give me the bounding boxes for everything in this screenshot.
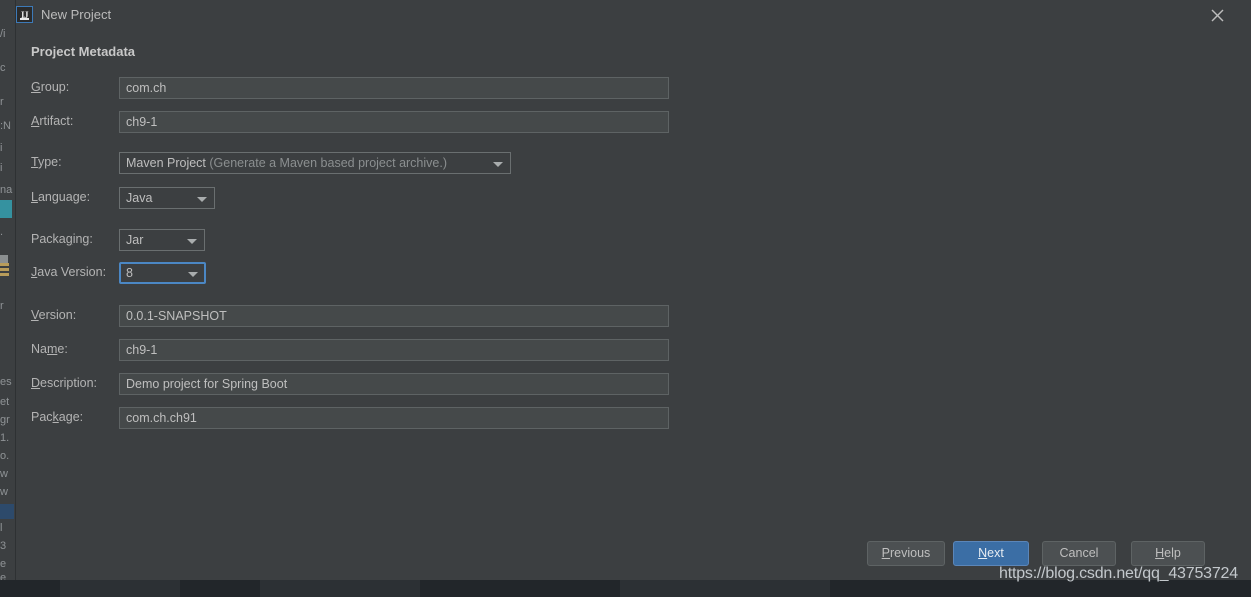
type-hint: (Generate a Maven based project archive.…	[205, 156, 448, 170]
ide-text-fragment: 1.	[0, 432, 10, 444]
chevron-down-icon[interactable]	[188, 272, 198, 277]
description-input[interactable]: Demo project for Spring Boot	[119, 373, 669, 395]
label-type: Type:	[31, 155, 62, 169]
packaging-selected-value: Jar	[126, 233, 144, 247]
label-language: Language:	[31, 190, 91, 204]
label-java-version: Java Version:	[31, 265, 107, 279]
type-combobox[interactable]: Maven Project (Generate a Maven based pr…	[119, 152, 511, 174]
chevron-down-icon[interactable]	[197, 197, 207, 202]
ide-text-fragment: i	[0, 162, 3, 174]
chevron-down-icon[interactable]	[493, 162, 503, 167]
ide-left-strip: /icr:Niina.resetgr1.o.ww.xl3ee	[0, 0, 16, 580]
language-combobox[interactable]: Java	[119, 187, 215, 209]
ide-text-fragment: e	[0, 558, 7, 570]
ide-color-block	[0, 273, 9, 276]
label-group: Group:	[31, 80, 70, 94]
name-input[interactable]: ch9-1	[119, 339, 669, 361]
ide-text-fragment: w	[0, 468, 8, 480]
section-title: Project Metadata	[31, 44, 136, 59]
desktop-sheen-a	[60, 580, 180, 597]
dialog-title: New Project	[41, 7, 112, 22]
type-selected-value: Maven Project	[126, 156, 206, 170]
ide-text-fragment: w	[0, 486, 8, 498]
ide-color-block	[0, 255, 8, 263]
ide-text-fragment: o.	[0, 450, 10, 462]
chevron-down-icon[interactable]	[187, 239, 197, 244]
packaging-combobox[interactable]: Jar	[119, 229, 205, 251]
close-icon[interactable]	[1204, 3, 1230, 27]
label-package: Package:	[31, 410, 84, 424]
dialog-title-bar: IJ New Project	[16, 0, 1251, 30]
group-input[interactable]: com.ch	[119, 77, 669, 99]
language-selected-value: Java	[126, 191, 153, 205]
ide-text-fragment: na	[0, 184, 13, 196]
ide-text-fragment: l	[0, 522, 3, 534]
cancel-button[interactable]: Cancel	[1042, 541, 1116, 566]
artifact-input[interactable]: ch9-1	[119, 111, 669, 133]
ide-text-fragment: .	[0, 226, 4, 238]
ide-text-fragment: e	[0, 572, 7, 580]
ide-text-fragment: 3	[0, 540, 7, 552]
next-button[interactable]: Next	[953, 541, 1029, 566]
ide-text-fragment: :N	[0, 120, 11, 132]
label-artifact: Artifact:	[31, 114, 74, 128]
java-version-combobox[interactable]: 8	[119, 262, 206, 284]
label-name: Name:	[31, 342, 68, 356]
package-input[interactable]: com.ch.ch91	[119, 407, 669, 429]
ide-color-block	[0, 263, 9, 266]
ide-color-block	[0, 200, 12, 218]
java-version-selected-value: 8	[126, 266, 133, 280]
ide-text-fragment: es	[0, 376, 12, 388]
ide-color-block	[0, 268, 9, 271]
csdn-watermark: https://blog.csdn.net/qq_43753724	[999, 565, 1238, 582]
intellij-idea-icon: IJ	[16, 6, 33, 23]
ide-text-fragment: /i	[0, 28, 6, 40]
ide-text-fragment: et	[0, 396, 10, 408]
ide-text-fragment: c	[0, 62, 6, 74]
previous-button[interactable]: Previous	[867, 541, 945, 566]
version-input[interactable]: 0.0.1-SNAPSHOT	[119, 305, 669, 327]
new-project-dialog: IJ New Project Project Metadata Group: co…	[16, 0, 1251, 580]
ide-text-fragment: r	[0, 300, 4, 312]
label-packaging: Packaging:	[31, 232, 93, 246]
desktop-sheen-c	[620, 580, 830, 597]
ide-text-fragment: r	[0, 96, 4, 108]
help-button[interactable]: Help	[1131, 541, 1205, 566]
label-description: Description:	[31, 376, 98, 390]
ide-text-fragment: i	[0, 142, 3, 154]
desktop-sheen-b	[260, 580, 420, 597]
ide-text-fragment: gr	[0, 414, 10, 426]
label-version: Version:	[31, 308, 77, 322]
ide-color-block	[0, 504, 14, 519]
